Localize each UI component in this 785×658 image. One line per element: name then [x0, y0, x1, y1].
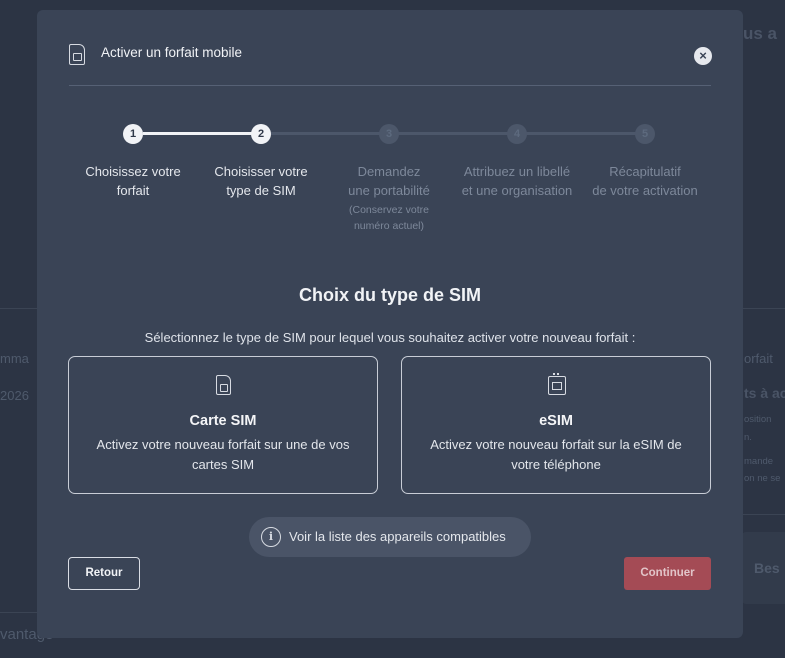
step-2-label-line2: type de SIM — [226, 183, 296, 198]
background-label: ts à ac — [744, 385, 785, 401]
step-2-circle: 2 — [251, 124, 271, 144]
compatible-devices-link[interactable]: i Voir la liste des appareils compatible… — [249, 517, 531, 557]
background-text: mande — [744, 456, 774, 467]
step-5-label-line1: Récapitulatif — [609, 164, 681, 179]
step-5-circle: 5 — [635, 124, 655, 144]
step-4-label-line2: et une organisation — [461, 183, 573, 198]
background-divider — [0, 308, 37, 309]
step-3-note: (Conservez votre numéro actuel) — [349, 204, 429, 232]
step-1-circle: 1 — [123, 124, 143, 144]
background-button-label: Bes — [754, 560, 780, 576]
background-text: osition — [744, 414, 772, 425]
continue-button[interactable]: Continuer — [624, 557, 711, 590]
esim-icon-wrap — [548, 373, 566, 397]
step-5-label: Récapitulatif de votre activation — [580, 162, 710, 200]
background-text: on ne se — [744, 473, 781, 484]
sim-card-icon — [216, 375, 231, 395]
background-divider — [743, 514, 785, 515]
step-4-label-line1: Attribuez un libellé — [463, 164, 571, 179]
step-3-label-line1: Demandez — [357, 164, 421, 179]
step-3-circle: 3 — [379, 124, 399, 144]
back-button[interactable]: Retour — [68, 557, 140, 590]
stepper-progress-line — [143, 132, 256, 135]
background-divider — [743, 308, 785, 309]
step-1-label: Choisissez votre forfait — [68, 162, 198, 200]
step-1-label-line1: Choisissez votre — [85, 164, 181, 179]
stepper-remaining-line — [271, 132, 651, 135]
background-text: n. — [744, 432, 752, 443]
activate-plan-modal: Activer un forfait mobile × 1 2 3 4 5 Ch… — [37, 10, 743, 638]
modal-title: Activer un forfait mobile — [101, 45, 243, 60]
background-heading: us a — [743, 24, 778, 43]
step-2-label-line1: Choisisser votre — [214, 164, 308, 179]
step-2-label: Choisisser votre type de SIM — [196, 162, 326, 200]
info-icon: i — [261, 527, 281, 547]
sim-card-option[interactable]: Carte SIM Activez votre nouveau forfait … — [68, 356, 378, 494]
esim-icon — [548, 373, 566, 395]
compatible-devices-label: Voir la liste des appareils compatibles — [289, 529, 506, 544]
option-title: Carte SIM — [189, 413, 257, 429]
option-description: Activez votre nouveau forfait sur une de… — [96, 437, 350, 472]
option-description: Activez votre nouveau forfait sur la eSI… — [430, 437, 682, 472]
background-year: 2026 — [0, 388, 29, 403]
background-label: mma — [0, 351, 29, 366]
step-3-label: Demandez une portabilité (Conservez votr… — [324, 162, 454, 234]
step-3-label-line2: une portabilité — [348, 183, 430, 198]
option-title: eSIM — [539, 413, 573, 429]
section-subtitle: Sélectionnez le type de SIM pour lequel … — [144, 330, 636, 345]
step-1-label-line2: forfait — [116, 183, 150, 198]
sim-card-icon-wrap — [215, 375, 233, 397]
modal-header: Activer un forfait mobile × — [69, 44, 712, 86]
esim-option[interactable]: eSIM Activez votre nouveau forfait sur l… — [401, 356, 711, 494]
section-title: Choix du type de SIM — [298, 285, 481, 305]
step-5-label-line2: de votre activation — [592, 183, 698, 198]
sim-card-icon — [69, 44, 85, 65]
background-label: orfait — [744, 351, 773, 366]
step-4-label: Attribuez un libellé et une organisation — [452, 162, 582, 200]
step-4-circle: 4 — [507, 124, 527, 144]
background-button: Bes — [742, 532, 785, 604]
close-icon[interactable]: × — [694, 47, 712, 65]
background-divider — [0, 612, 37, 613]
